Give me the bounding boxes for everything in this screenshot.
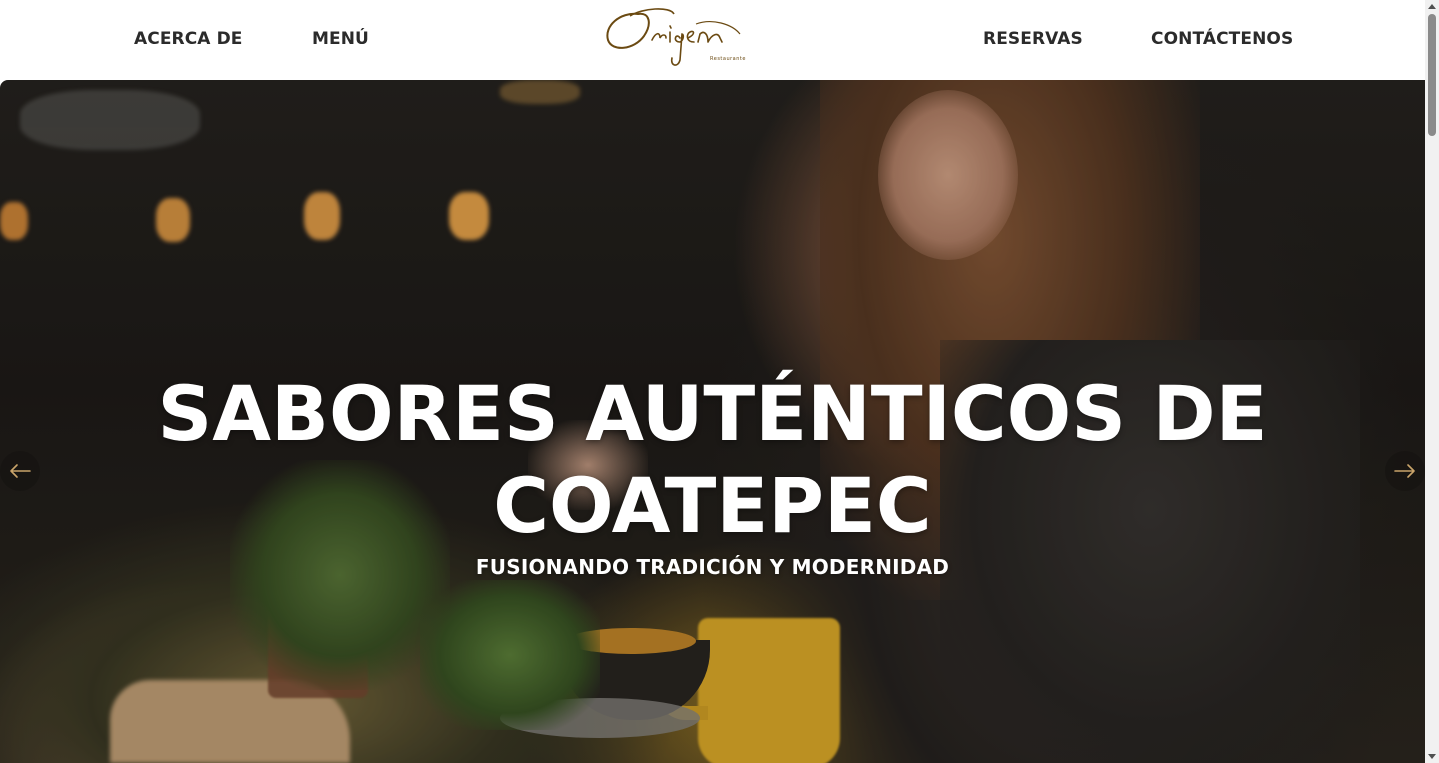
carousel-prev-button[interactable] — [0, 451, 40, 491]
nav-link-contact[interactable]: CONTÁCTENOS — [1151, 29, 1293, 53]
scroll-up-arrow-icon[interactable] — [1428, 4, 1436, 9]
nav-link-menu[interactable]: MENÚ — [312, 29, 369, 53]
carousel-next-button[interactable] — [1385, 451, 1425, 491]
arrow-right-icon — [1394, 464, 1415, 478]
brand-logo[interactable]: Restaurante — [600, 4, 750, 72]
scroll-down-arrow-icon[interactable] — [1428, 754, 1436, 759]
logo-tagline: Restaurante — [710, 56, 746, 62]
scrollbar-thumb[interactable] — [1428, 14, 1436, 136]
nav-link-about[interactable]: ACERCA DE — [134, 29, 243, 53]
hero-title-line-2: COATEPEC — [493, 461, 932, 550]
nav-link-reservas[interactable]: RESERVAS — [983, 29, 1083, 53]
site-header: ACERCA DE MENÚ Restaurante RESERVAS CONT… — [0, 0, 1425, 80]
page-scrollbar[interactable] — [1425, 0, 1439, 763]
hero-subtitle: FUSIONANDO TRADICIÓN Y MODERNIDAD — [475, 555, 950, 579]
arrow-left-icon — [10, 464, 31, 478]
hero-title: SABORES AUTÉNTICOS DE COATEPEC — [0, 368, 1425, 552]
hero-title-line-1: SABORES AUTÉNTICOS DE — [157, 369, 1268, 458]
hero-carousel: SABORES AUTÉNTICOS DE COATEPEC FUSIONAND… — [0, 80, 1425, 763]
